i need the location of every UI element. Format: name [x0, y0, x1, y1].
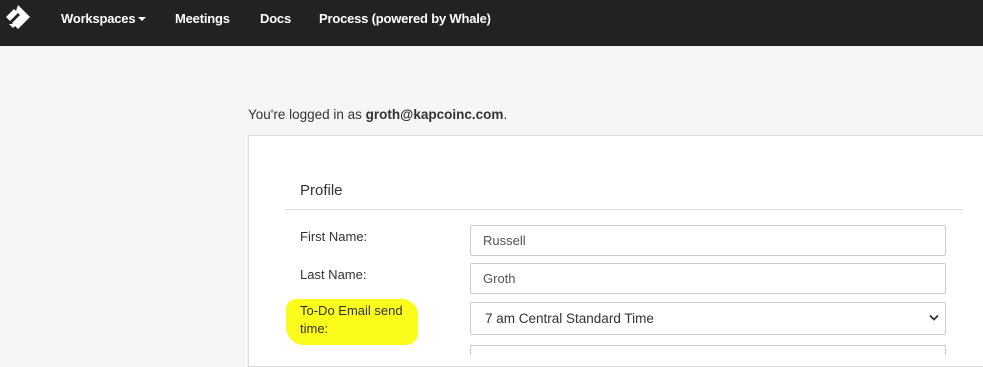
first-name-field[interactable]: Russell [470, 225, 946, 256]
profile-divider [285, 209, 963, 210]
last-name-label: Last Name: [300, 267, 367, 282]
last-name-field[interactable]: Groth [470, 263, 946, 294]
profile-title: Profile [300, 182, 343, 199]
profile-card: Profile First Name: Russell Last Name: G… [248, 135, 983, 367]
logged-in-prefix: You're logged in as [248, 107, 366, 122]
nav-workspaces[interactable]: Workspaces [61, 11, 147, 26]
nav-meetings[interactable]: Meetings [175, 11, 230, 26]
logged-in-email: groth@kapcoinc.com [365, 107, 504, 122]
todo-email-label: To-Do Email send time: [300, 303, 403, 336]
todo-email-select[interactable]: 7 am Central Standard Time [470, 302, 946, 335]
nav-process[interactable]: Process (powered by Whale) [319, 11, 491, 26]
next-field-partial[interactable] [470, 345, 946, 355]
nav-docs[interactable]: Docs [260, 11, 291, 26]
first-name-label: First Name: [300, 229, 368, 244]
chevron-down-icon [929, 314, 939, 321]
top-navbar: Workspaces Meetings Docs Process (powere… [0, 0, 983, 46]
nav-workspaces-label: Workspaces [61, 11, 136, 26]
app-logo-icon[interactable] [4, 3, 32, 33]
logged-in-message: You're logged in as groth@kapcoinc.com. [248, 107, 507, 122]
logged-in-suffix: . [503, 107, 508, 122]
caret-down-icon [138, 17, 147, 21]
todo-email-selected: 7 am Central Standard Time [485, 311, 654, 326]
